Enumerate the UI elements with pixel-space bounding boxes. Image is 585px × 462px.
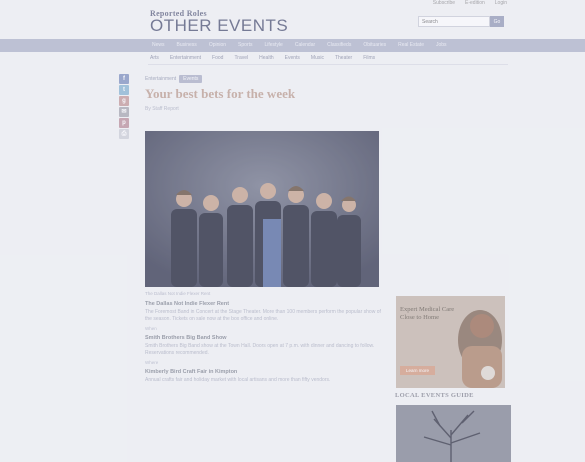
pinterest-icon[interactable]: p xyxy=(119,118,129,128)
article-subhead: Kimberly Bird Craft Fair in Kimpton xyxy=(145,369,238,375)
info-label: Where xyxy=(145,360,159,365)
sub-nav: Arts Entertainment Food Travel Health Ev… xyxy=(148,55,508,65)
subnav-item[interactable]: Arts xyxy=(150,55,159,61)
article-byline: By Staff Report xyxy=(145,106,179,112)
top-links: Subscribe E-edition Login xyxy=(433,0,507,6)
nav-item-classifieds[interactable]: Classifieds xyxy=(327,42,351,48)
google-plus-icon[interactable]: g xyxy=(119,96,129,106)
nav-item-sports[interactable]: Sports xyxy=(238,42,252,48)
photo-caption: The Dallas Not Indie Flexer Rent xyxy=(145,291,211,296)
nav-item-lifestyle[interactable]: Lifestyle xyxy=(265,42,283,48)
article-headline: Your best bets for the week xyxy=(145,86,296,101)
subnav-item[interactable]: Travel xyxy=(234,55,248,61)
nav-item-real-estate[interactable]: Real Estate xyxy=(398,42,424,48)
article-subhead: The Dallas Not Indie Flexer Rent xyxy=(145,301,230,307)
subnav-item[interactable]: Food xyxy=(212,55,223,61)
main-nav: News Business Opinion Sports Lifestyle C… xyxy=(0,39,585,52)
article-subhead: Smith Brothers Big Band Show xyxy=(145,335,227,341)
article-paragraph: Smith Brothers Big Band show at the Town… xyxy=(145,343,375,356)
subnav-item[interactable]: Health xyxy=(259,55,273,61)
nav-item-obituaries[interactable]: Obituaries xyxy=(363,42,386,48)
sidebar-image[interactable] xyxy=(396,405,511,462)
nav-item-calendar[interactable]: Calendar xyxy=(295,42,315,48)
logo-title: OTHER EVENTS xyxy=(150,16,289,35)
nav-item-jobs[interactable]: Jobs xyxy=(436,42,447,48)
subnav-item[interactable]: Films xyxy=(363,55,375,61)
search-bar: Go xyxy=(418,16,504,27)
search-input[interactable] xyxy=(418,16,490,27)
sidebar-ad[interactable]: Expert Medical Care Close to Home Learn … xyxy=(396,296,505,388)
article-photo xyxy=(145,131,379,287)
article-paragraph: Annual crafts fair and holiday market wi… xyxy=(145,377,331,383)
breadcrumb-section[interactable]: Entertainment xyxy=(145,76,176,82)
breadcrumb: Entertainment Events xyxy=(145,75,203,83)
ad-badge-icon xyxy=(481,366,495,380)
facebook-icon[interactable]: f xyxy=(119,74,129,84)
site-logo[interactable]: Reported Roles OTHER EVENTS xyxy=(150,9,288,34)
subnav-item[interactable]: Theater xyxy=(335,55,352,61)
page: Subscribe E-edition Login Reported Roles… xyxy=(0,0,585,462)
print-icon[interactable]: ⎙ xyxy=(119,129,129,139)
nav-item-business[interactable]: Business xyxy=(177,42,197,48)
article-paragraph: The Foremost Band in Concert at the Stag… xyxy=(145,309,381,322)
sidebar-section-title: LOCAL EVENTS GUIDE xyxy=(395,392,474,399)
email-icon[interactable]: ✉ xyxy=(119,107,129,117)
subnav-item[interactable]: Entertainment xyxy=(170,55,201,61)
search-button[interactable]: Go xyxy=(490,16,504,27)
share-bar: f t g ✉ p ⎙ xyxy=(119,74,129,139)
info-label: When xyxy=(145,326,157,331)
nav-item-news[interactable]: News xyxy=(152,42,165,48)
article-body: The Dallas Not Indie Flexer Rent The Dal… xyxy=(145,291,385,384)
section-tag[interactable]: Events xyxy=(179,75,203,83)
ad-text: Expert Medical Care Close to Home xyxy=(400,306,455,321)
top-link-subscribe[interactable]: Subscribe xyxy=(433,0,455,6)
subnav-item[interactable]: Music xyxy=(311,55,324,61)
nav-item-opinion[interactable]: Opinion xyxy=(209,42,226,48)
top-link-login[interactable]: Login xyxy=(495,0,507,6)
top-link-eedition[interactable]: E-edition xyxy=(465,0,485,6)
twitter-icon[interactable]: t xyxy=(119,85,129,95)
subnav-item[interactable]: Events xyxy=(285,55,300,61)
ad-button[interactable]: Learn more xyxy=(400,366,436,375)
